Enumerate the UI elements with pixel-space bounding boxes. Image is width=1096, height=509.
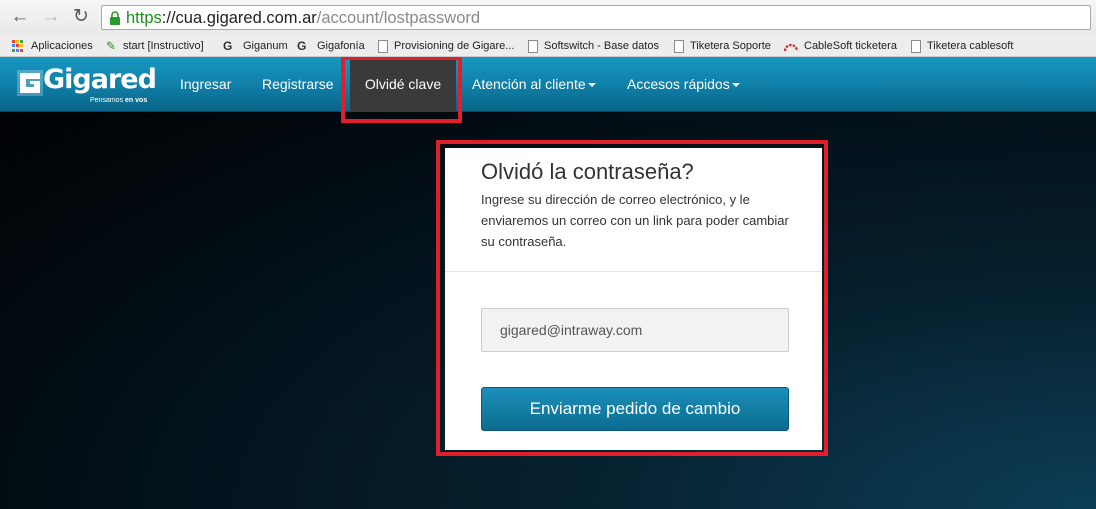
gigared-logo[interactable]: Gigared Pensamos en vos bbox=[17, 64, 157, 106]
back-arrow-icon[interactable]: ← bbox=[9, 6, 31, 28]
form-description: Ingrese su dirección de correo electróni… bbox=[481, 192, 789, 249]
apps-grid-icon bbox=[12, 39, 25, 53]
page-content: Gigared Pensamos en vos Ingresar Registr… bbox=[0, 57, 1096, 509]
bookmark-start[interactable]: ✎ start [Instructivo] bbox=[104, 35, 204, 57]
caret-down-icon bbox=[587, 83, 596, 88]
cablesoft-icon bbox=[783, 43, 799, 52]
divider bbox=[445, 271, 822, 272]
lock-icon bbox=[110, 11, 120, 25]
url-host: cua.gigared.com.ar bbox=[175, 9, 317, 27]
url-text: https://cua.gigared.com.ar/account/lostp… bbox=[126, 8, 480, 28]
bookmark-gigafonia[interactable]: G Gigafonía bbox=[297, 35, 365, 57]
bookmark-label: start [Instructivo] bbox=[123, 40, 204, 52]
reload-icon[interactable]: ↻ bbox=[70, 6, 92, 28]
url-path: /account/lostpassword bbox=[316, 9, 481, 27]
form-title: Olvidó la contraseña? bbox=[481, 159, 694, 184]
bookmark-cablesoft-ticketera[interactable]: CableSoft ticketera bbox=[783, 35, 897, 57]
pencil-icon: ✎ bbox=[105, 39, 117, 53]
tagline-bold: en vos bbox=[125, 97, 148, 104]
bookmark-giganum[interactable]: G Giganum bbox=[223, 35, 288, 57]
nav-atencion-cliente[interactable]: Atención al cliente bbox=[472, 57, 596, 112]
browser-toolbar: ← → ↻ https://cua.gigared.com.ar/account… bbox=[0, 0, 1096, 35]
caret-down-icon bbox=[731, 83, 740, 88]
nav-olvide-clave[interactable]: Olvidé clave bbox=[350, 57, 456, 112]
site-navbar: Gigared Pensamos en vos Ingresar Registr… bbox=[0, 57, 1096, 112]
bookmark-label: Provisioning de Gigare... bbox=[394, 40, 515, 52]
bookmark-label: CableSoft ticketera bbox=[804, 40, 897, 52]
logo-mark-icon bbox=[17, 70, 43, 96]
nav-accesos-rapidos[interactable]: Accesos rápidos bbox=[627, 57, 740, 112]
page-icon bbox=[528, 39, 538, 53]
bookmark-tiketera-cablesoft[interactable]: Tiketera cablesoft bbox=[911, 35, 1013, 57]
bookmark-tiketera-soporte[interactable]: Tiketera Soporte bbox=[674, 35, 771, 57]
forgot-password-card: Olvidó la contraseña? Ingrese su direcci… bbox=[445, 148, 822, 450]
forward-arrow-icon[interactable]: → bbox=[40, 6, 62, 28]
bookmark-label: Tiketera cablesoft bbox=[927, 40, 1014, 52]
nav-atencion-label: Atención al cliente bbox=[472, 76, 586, 92]
bookmark-provisioning[interactable]: Provisioning de Gigare... bbox=[378, 35, 514, 57]
page-icon bbox=[911, 39, 921, 53]
nav-registrarse[interactable]: Registrarse bbox=[262, 57, 334, 112]
nav-accesos-label: Accesos rápidos bbox=[627, 76, 730, 92]
url-separator: :// bbox=[161, 9, 176, 27]
bookmark-label: Aplicaciones bbox=[31, 40, 93, 52]
brand-tagline: Pensamos en vos bbox=[90, 97, 147, 104]
bookmark-label: Gigafonía bbox=[317, 40, 365, 52]
page-icon bbox=[674, 39, 684, 53]
page-icon bbox=[378, 39, 388, 53]
bookmark-softswitch[interactable]: Softswitch - Base datos bbox=[528, 35, 659, 57]
address-bar[interactable]: https://cua.gigared.com.ar/account/lostp… bbox=[101, 5, 1091, 30]
url-scheme: https bbox=[126, 9, 162, 27]
google-g-icon: G bbox=[297, 39, 307, 53]
bookmark-label: Tiketera Soporte bbox=[690, 40, 771, 52]
brand-name: Gigared bbox=[43, 64, 157, 95]
email-input[interactable] bbox=[481, 308, 789, 352]
bookmark-aplicaciones[interactable]: Aplicaciones bbox=[12, 35, 93, 57]
bookmark-label: Giganum bbox=[243, 40, 288, 52]
nav-ingresar[interactable]: Ingresar bbox=[180, 57, 231, 112]
bookmarks-bar: Aplicaciones ✎ start [Instructivo] G Gig… bbox=[0, 35, 1096, 57]
tagline-normal: Pensamos bbox=[90, 97, 126, 104]
bookmark-label: Softswitch - Base datos bbox=[544, 40, 659, 52]
submit-button[interactable]: Enviarme pedido de cambio bbox=[481, 387, 789, 431]
google-g-icon: G bbox=[223, 39, 233, 53]
